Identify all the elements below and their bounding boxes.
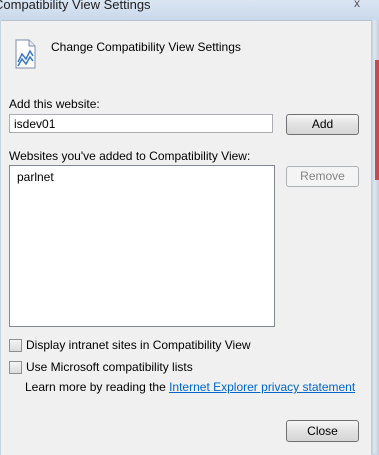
list-item[interactable]: parlnet [10, 166, 274, 188]
window-title: Compatibility View Settings [0, 0, 151, 12]
websites-list-label: Websites you've added to Compatibility V… [9, 149, 251, 163]
ms-compat-lists-checkbox[interactable] [9, 361, 22, 374]
background-window-edge [375, 60, 379, 180]
websites-listbox[interactable]: parlnet [9, 165, 275, 327]
add-button[interactable]: Add [286, 114, 359, 135]
title-bar: Compatibility View Settings x [0, 0, 379, 20]
learn-more-text: Learn more by reading the Internet Explo… [25, 380, 355, 394]
dialog-heading: Change Compatibility View Settings [51, 40, 241, 54]
close-window-icon[interactable]: x [346, 0, 368, 10]
compatibility-view-icon [15, 39, 36, 69]
close-button[interactable]: Close [286, 420, 359, 442]
intranet-checkbox-label[interactable]: Display intranet sites in Compatibility … [26, 338, 251, 352]
add-website-label: Add this website: [9, 97, 100, 111]
ms-compat-lists-label[interactable]: Use Microsoft compatibility lists [26, 360, 193, 374]
privacy-statement-link[interactable]: Internet Explorer privacy statement [169, 380, 355, 394]
remove-button[interactable]: Remove [286, 166, 359, 187]
intranet-checkbox[interactable] [9, 339, 22, 352]
dialog-body: Change Compatibility View Settings Add t… [1, 20, 371, 455]
learn-more-prefix: Learn more by reading the [25, 380, 170, 394]
add-website-input[interactable]: isdev01 [9, 114, 273, 133]
